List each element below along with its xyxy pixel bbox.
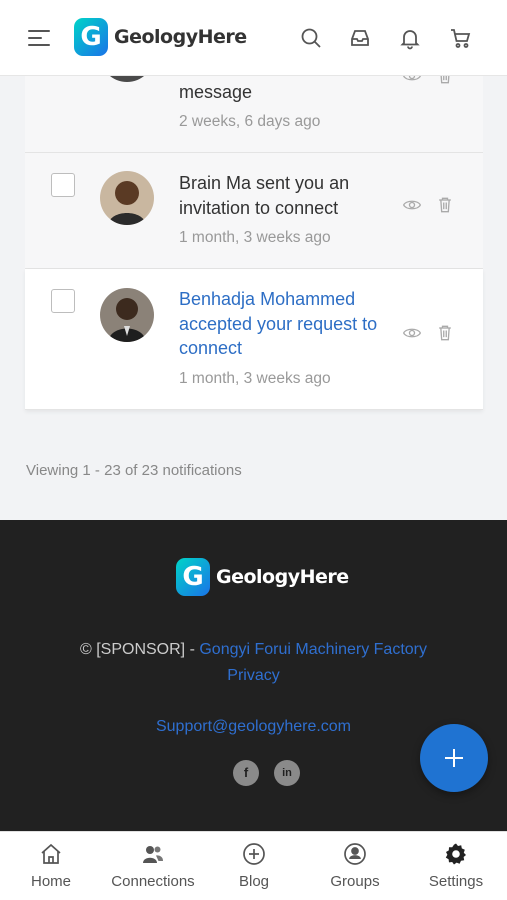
menu-icon[interactable] — [28, 30, 50, 48]
select-checkbox[interactable] — [51, 289, 75, 313]
privacy-link[interactable]: Privacy — [227, 667, 279, 684]
nav-label: Settings — [428, 873, 484, 890]
notification-time: 1 month, 3 weeks ago — [179, 229, 331, 246]
facebook-icon[interactable]: f — [233, 760, 259, 786]
connections-icon — [143, 846, 163, 863]
nav-home[interactable]: Home — [10, 832, 92, 900]
avatar[interactable] — [100, 171, 154, 225]
brand-name: GeologyHere — [114, 26, 247, 48]
delete-icon[interactable] — [435, 323, 455, 343]
plus-circle-icon — [243, 843, 265, 865]
groups-icon — [344, 843, 366, 865]
gear-icon — [445, 843, 466, 865]
notification-time: 2 weeks, 6 days ago — [179, 113, 321, 130]
footer-brand-name: GeologyHere — [216, 566, 349, 588]
nav-settings[interactable]: Settings — [415, 832, 497, 900]
mark-read-icon[interactable] — [402, 323, 422, 343]
notification-list: message 2 weeks, 6 days ago Brain Ma sen… — [25, 28, 483, 410]
add-button[interactable] — [420, 724, 488, 792]
select-checkbox[interactable] — [51, 173, 75, 197]
pagination-info: Viewing 1 - 23 of 23 notifications — [26, 462, 242, 479]
top-header: GeologyHere — [0, 0, 507, 76]
notification-text[interactable]: Brain Ma sent you an invitation to conne… — [179, 171, 389, 220]
notification-time: 1 month, 3 weeks ago — [179, 370, 331, 387]
sponsor-link[interactable]: Gongyi Forui Machinery Factory — [199, 641, 427, 658]
notification-item[interactable]: Brain Ma sent you an invitation to conne… — [25, 153, 483, 269]
nav-blog[interactable]: Blog — [213, 832, 295, 900]
nav-groups[interactable]: Groups — [314, 832, 396, 900]
bell-icon[interactable] — [398, 26, 422, 50]
nav-label: Home — [30, 873, 71, 890]
avatar[interactable] — [100, 288, 154, 342]
notification-item[interactable]: Benhadja Mohammed accepted your request … — [25, 269, 483, 410]
search-icon[interactable] — [299, 26, 323, 50]
support-email-link[interactable]: Support@geologyhere.com — [156, 718, 351, 735]
mark-read-icon[interactable] — [402, 195, 422, 215]
nav-connections[interactable]: Connections — [102, 832, 204, 900]
inbox-icon[interactable] — [348, 26, 372, 50]
notification-text[interactable]: Benhadja Mohammed accepted your request … — [179, 287, 389, 361]
footer-logo[interactable]: GeologyHere — [176, 558, 349, 596]
nav-label: Connections — [111, 873, 195, 890]
delete-icon[interactable] — [435, 195, 455, 215]
cart-icon[interactable] — [449, 26, 473, 50]
copyright-line: © [SPONSOR] - Gongyi Forui Machinery Fac… — [0, 641, 507, 659]
notification-text[interactable]: message — [179, 80, 389, 105]
logo-mark-icon — [176, 558, 210, 596]
brand-logo[interactable]: GeologyHere — [74, 18, 247, 56]
nav-label: Blog — [238, 873, 270, 890]
logo-mark-icon — [74, 18, 108, 56]
bottom-nav: Home Connections Blog Groups Settings — [0, 831, 507, 900]
home-icon — [41, 843, 61, 864]
footer: GeologyHere © [SPONSOR] - Gongyi Forui M… — [0, 520, 507, 831]
linkedin-icon[interactable]: in — [274, 760, 300, 786]
copyright-text: © [SPONSOR] - — [79, 641, 195, 658]
nav-label: Groups — [330, 873, 380, 890]
